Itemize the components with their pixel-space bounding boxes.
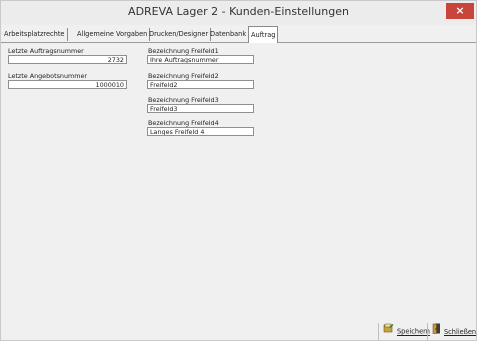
freifeld2-label: Bezeichnung Freifeld2	[148, 72, 219, 80]
settings-window: ADREVA Lager 2 - Kunden-Einstellungen × …	[0, 0, 477, 341]
button-bar: Speichern Schließen	[1, 323, 476, 341]
close-button[interactable]: Schließen	[427, 323, 477, 340]
close-button-label: Schließen	[444, 328, 477, 336]
freifeld1-label: Bezeichnung Freifeld1	[148, 47, 219, 55]
freifeld3-label: Bezeichnung Freifeld3	[148, 96, 219, 104]
freifeld4-label: Bezeichnung Freifeld4	[148, 119, 219, 127]
tab-datenbank[interactable]: Datenbank	[208, 28, 248, 41]
save-button-label: Speichern	[397, 327, 430, 336]
tab-auftrag[interactable]: Auftrag	[248, 26, 279, 43]
tab-drucken-designer[interactable]: Drucken/Designer	[147, 28, 212, 41]
save-button[interactable]: Speichern	[378, 323, 430, 340]
freifeld2-field[interactable]: Freifeld2	[147, 80, 254, 89]
auftragsnummer-field[interactable]: 2732	[8, 55, 127, 64]
tab-bar: Arbeitsplatzrechte Allgemeine Vorgaben D…	[1, 26, 476, 43]
freifeld3-field[interactable]: Freifeld3	[147, 104, 254, 113]
window-title: ADREVA Lager 2 - Kunden-Einstellungen	[128, 5, 349, 18]
tab-arbeitsplatzrechte[interactable]: Arbeitsplatzrechte	[2, 28, 68, 41]
angebotsnummer-label: Letzte Angebotsnummer	[8, 72, 88, 80]
freifeld4-field[interactable]: Langes Freifeld 4	[147, 127, 254, 136]
tab-allgemeine-vorgaben[interactable]: Allgemeine Vorgaben	[75, 28, 151, 41]
title-bar[interactable]: ADREVA Lager 2 - Kunden-Einstellungen ×	[1, 1, 476, 25]
angebotsnummer-field[interactable]: 1000010	[8, 80, 127, 89]
window-close-button[interactable]: ×	[446, 3, 474, 19]
tab-content-auftrag: Letzte Auftragsnummer 2732 Letzte Angebo…	[1, 43, 476, 317]
freifeld1-field[interactable]: Ihre Auftragsnummer	[147, 55, 254, 64]
save-icon	[383, 323, 394, 340]
exit-door-icon	[432, 323, 441, 341]
auftragsnummer-label: Letzte Auftragsnummer	[8, 47, 84, 55]
